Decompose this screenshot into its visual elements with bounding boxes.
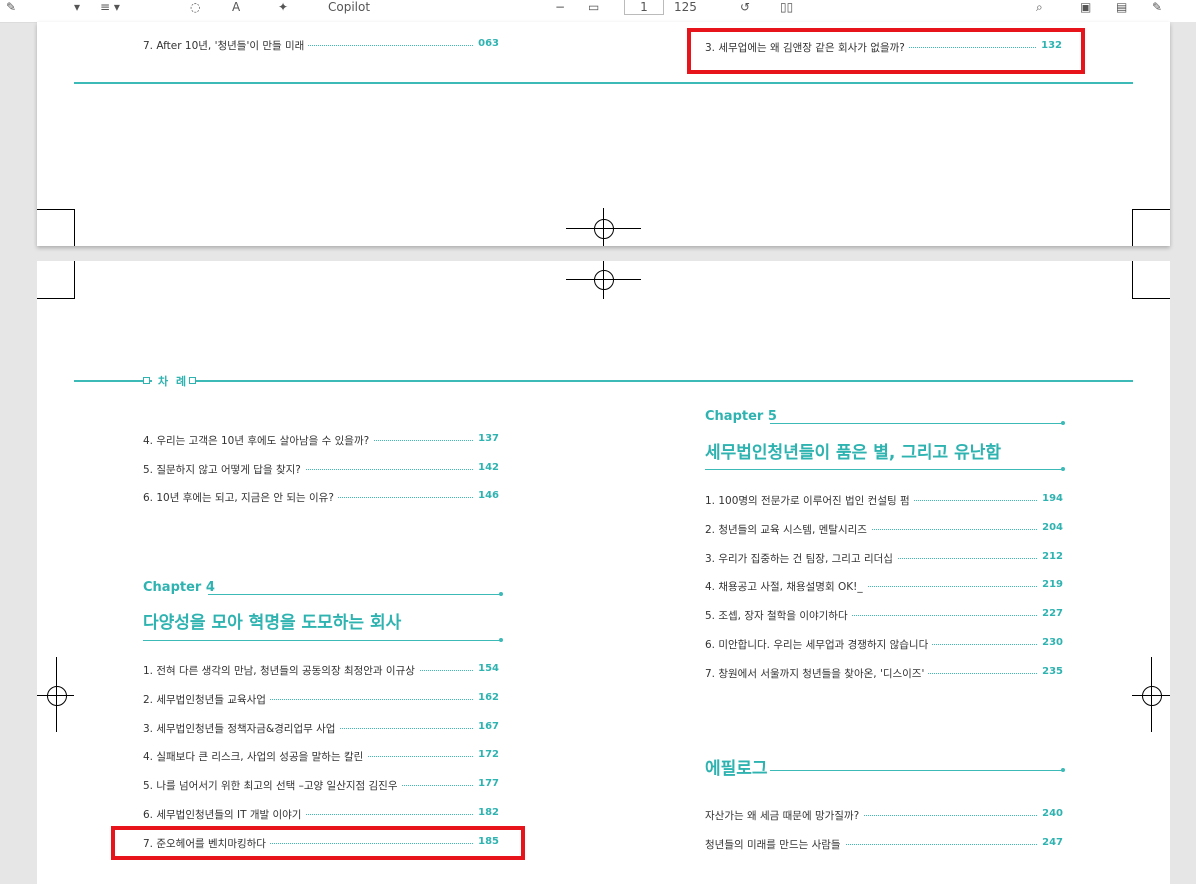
crop-mark [1132, 209, 1133, 246]
copilot-button[interactable]: Copilot [328, 0, 398, 14]
pdf-page-1: 7. After 10년, '청년들'이 만들 미래 063 3. 세무업에는 … [37, 22, 1170, 246]
toc-item[interactable]: 5. 질문하지 않고 어떻게 답을 찾지? 142 [143, 460, 499, 478]
crop-mark [1132, 261, 1133, 299]
toc-item[interactable]: 5. 나를 넘어서기 위한 최고의 선택 –고양 일산지점 김진우 177 [143, 776, 499, 794]
crop-mark [74, 261, 75, 299]
chapter-4-label: Chapter 4 [143, 580, 215, 595]
more-icon[interactable]: ✎ [1152, 0, 1166, 14]
toc-item[interactable]: 3. 우리가 집중하는 건 팀장, 그리고 리더십 212 [705, 549, 1063, 567]
highlight-icon[interactable]: ▾ [74, 0, 84, 14]
toc-item[interactable]: 4. 우리는 고객은 10년 후에도 살아남을 수 있을까? 137 [143, 431, 499, 449]
toc-header-rule [74, 380, 1133, 382]
page-rule [74, 82, 1133, 84]
toc-item[interactable]: 6. 10년 후에는 되고, 지금은 안 되는 이유? 146 [143, 488, 499, 506]
draw-icon[interactable]: ✎ [6, 0, 16, 14]
rotate-icon[interactable]: ↺ [740, 0, 752, 14]
toc-item[interactable]: 7. 창원에서 서울까지 청년들을 찾아온, '디스이즈' 235 [705, 664, 1063, 682]
save-icon[interactable]: ▣ [1080, 0, 1094, 14]
toc-heading: 차 례 [152, 373, 195, 389]
chapter-rule [705, 467, 1065, 471]
zoom-level[interactable]: 125 [674, 0, 714, 14]
chapter-rule [143, 638, 503, 642]
highlight-box [687, 28, 1085, 74]
toc-item[interactable]: 6. 미안합니다. 우리는 세무업과 경쟁하지 않습니다 230 [705, 635, 1063, 653]
toc-item[interactable]: 1. 100명의 전문가로 이루어진 법인 컨설팅 펌 194 [705, 491, 1063, 509]
toc-item[interactable]: 4. 채용공고 사절, 채용설명회 OK!_ 219 [705, 577, 1063, 595]
pdf-viewer-toolbar: ✎ ▾ ≡ ▾ ◌ A ✦ Copilot − ▭ 1 125 ↺ ▯▯ ⌕ ▣… [0, 0, 1196, 23]
chapter-rule [770, 421, 1065, 425]
crop-mark [37, 209, 74, 210]
toc-item[interactable]: 청년들의 미래를 만드는 사람들 247 [705, 835, 1063, 853]
square-bullet-icon [189, 377, 196, 384]
print-icon[interactable]: ▤ [1116, 0, 1130, 14]
toc-item[interactable]: 6. 세무법인청년들의 IT 개발 이야기 182 [143, 805, 499, 823]
epilogue-title: 에필로그 [705, 759, 768, 779]
chapter-5-label: Chapter 5 [705, 409, 777, 424]
zoom-out-icon[interactable]: − [555, 0, 565, 14]
toc-item[interactable]: 7. After 10년, '청년들'이 만들 미래 063 [143, 36, 499, 54]
toc-item[interactable]: 2. 세무법인청년들 교육사업 162 [143, 690, 499, 708]
fit-page-icon[interactable]: ▭ [588, 0, 602, 14]
two-page-icon[interactable]: ▯▯ [780, 0, 794, 14]
registration-mark [1142, 686, 1162, 706]
ai-icon[interactable]: ✦ [278, 0, 298, 14]
toc-item[interactable]: 1. 전혀 다른 생각의 만남, 청년들의 공동의장 최정안과 이규상 154 [143, 661, 499, 679]
crop-mark [37, 298, 74, 299]
read-aloud-icon[interactable]: A [232, 0, 246, 14]
crop-mark [1132, 209, 1170, 210]
pdf-page-2: 차 례 4. 우리는 고객은 10년 후에도 살아남을 수 있을까? 137 5. … [37, 261, 1170, 884]
chapter-rule [770, 768, 1065, 772]
registration-mark [594, 270, 614, 290]
registration-mark [47, 686, 67, 706]
toc-item[interactable]: 2. 청년들의 교육 시스템, 멘탈시리즈 204 [705, 520, 1063, 538]
toc-item[interactable]: 자산가는 왜 세금 때문에 망가질까? 240 [705, 806, 1063, 824]
text-tool-icon[interactable]: ≡ ▾ [100, 0, 140, 14]
chapter-rule [208, 592, 503, 596]
page-number-input[interactable]: 1 [624, 0, 664, 15]
crop-mark [74, 209, 75, 246]
erase-icon[interactable]: ◌ [190, 0, 202, 14]
search-icon[interactable]: ⌕ [1036, 0, 1050, 14]
highlight-box [111, 826, 525, 860]
chapter-4-title: 다양성을 모아 혁명을 도모하는 회사 [143, 613, 402, 633]
scrollbar-track[interactable] [1170, 22, 1196, 884]
chapter-5-title: 세무법인청년들이 품은 별, 그리고 유난함 [705, 443, 1002, 463]
toc-item[interactable]: 3. 세무법인청년들 정책자금&경리업무 사업 167 [143, 719, 499, 737]
toc-item[interactable]: 4. 실패보다 큰 리스크, 사업의 성공을 말하는 칼린 172 [143, 747, 499, 765]
square-bullet-icon [143, 377, 150, 384]
toc-item[interactable]: 5. 조셉, 장자 철학을 이야기하다 227 [705, 606, 1063, 624]
crop-mark [1132, 298, 1170, 299]
registration-mark [594, 219, 614, 239]
